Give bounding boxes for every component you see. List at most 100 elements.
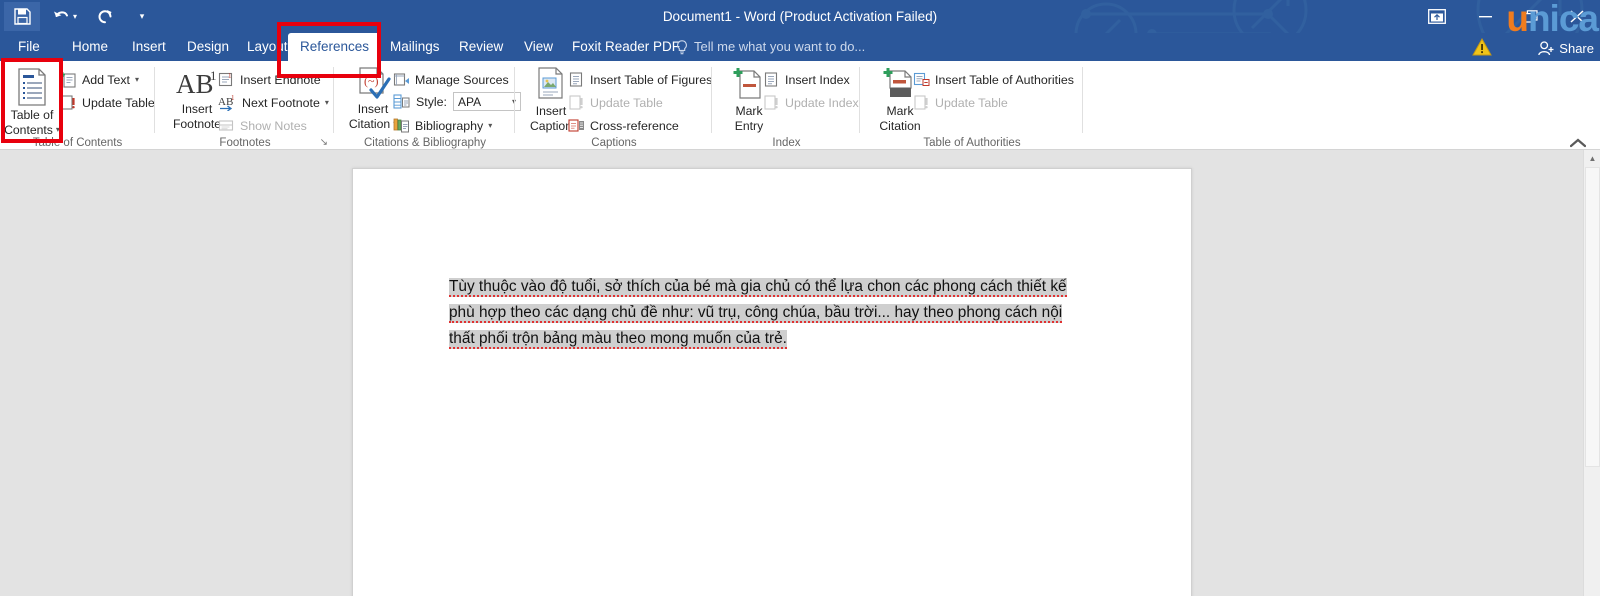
next-footnote-label: Next Footnote [242, 95, 320, 110]
add-text-label: Add Text [82, 72, 130, 87]
tell-me-placeholder: Tell me what you want to do... [694, 39, 866, 54]
table-of-contents-button[interactable]: Table of Contents ▾ [2, 67, 62, 137]
svg-text:AB: AB [176, 69, 214, 99]
insert-endnote-button[interactable]: 1 Insert Endnote [218, 71, 321, 88]
restore-icon [1524, 10, 1538, 23]
insert-index-icon [764, 72, 778, 87]
tab-references[interactable]: References [288, 33, 382, 61]
document-area: Tùy thuộc vào độ tuổi, sở thích của bé m… [0, 138, 1600, 596]
group-separator [859, 67, 860, 133]
next-footnote-button[interactable]: AB 1 Next Footnote ▾ [218, 94, 329, 111]
document-paragraph[interactable]: Tùy thuộc vào độ tuổi, sở thích của bé m… [449, 274, 1089, 352]
insert-footnote-label-line1: Insert [181, 102, 213, 116]
paragraph-line-1: Tùy thuộc vào độ tuổi, sở thích của bé m… [449, 278, 1067, 297]
share-button[interactable]: Share [1538, 37, 1594, 59]
citation-style-control[interactable]: Style: APA ▾ [393, 92, 521, 111]
insert-citation-label-line2: Citation [348, 117, 391, 131]
tab-insert[interactable]: Insert [120, 33, 178, 61]
insert-index-button[interactable]: Insert Index [763, 71, 850, 88]
show-notes-button[interactable]: Show Notes [218, 117, 307, 134]
ribbon-group-table-of-authorities: Mark Citation Insert Table of Authoritie… [861, 61, 1083, 150]
window-title: Document1 - Word (Product Activation Fai… [662, 9, 938, 24]
insert-caption-label-line1: Insert [535, 104, 567, 118]
table-of-figures-icon [569, 72, 583, 87]
tab-file[interactable]: File [6, 33, 52, 61]
ribbon-group-table-of-contents: Table of Contents ▾ Add Text ▾ Update Ta… [0, 61, 155, 150]
ab-footnote-icon: AB 1 [176, 68, 217, 99]
update-index-button[interactable]: Update Index [763, 94, 859, 111]
restore-button[interactable] [1508, 0, 1554, 33]
update-table-button[interactable]: Update Table [60, 94, 155, 111]
insert-index-label: Insert Index [785, 72, 850, 87]
update-table-icon [914, 95, 928, 110]
mark-entry-label-line2: Entry [734, 119, 764, 133]
group-label-index: Index [772, 137, 801, 149]
collapse-ribbon-button[interactable] [1570, 138, 1586, 148]
update-index-icon [764, 95, 778, 110]
svg-text:1: 1 [231, 94, 235, 102]
insert-caption-icon [538, 67, 563, 99]
tab-view[interactable]: View [512, 33, 565, 61]
title-bar: ▾ ▾ Document1 - Word (Product Activation… [0, 0, 1600, 33]
tell-me-search[interactable]: Tell me what you want to do... [676, 33, 865, 61]
share-label: Share [1559, 40, 1594, 56]
minimize-icon [1478, 15, 1492, 17]
window-controls [1462, 0, 1600, 33]
mark-citation-label-line2: Citation [879, 119, 921, 133]
tab-mailings[interactable]: Mailings [378, 33, 452, 61]
table-of-contents-label-line1: Table of [10, 108, 54, 122]
lightbulb-icon [677, 39, 687, 54]
update-table-authorities-button[interactable]: Update Table [913, 94, 1008, 111]
update-table-icon [569, 95, 583, 110]
insert-citation-icon: (~) [359, 67, 391, 99]
show-notes-label: Show Notes [240, 118, 307, 133]
document-page[interactable]: Tùy thuộc vào độ tuổi, sở thích của bé m… [352, 168, 1192, 596]
chevron-down-icon: ▾ [488, 121, 493, 130]
insert-caption-label-line2: Caption [529, 119, 572, 133]
update-table-authorities-label: Update Table [935, 95, 1008, 110]
cross-reference-button[interactable]: Cross-reference [568, 117, 679, 134]
warning-triangle-icon [1472, 38, 1492, 56]
manage-sources-button[interactable]: Manage Sources [393, 71, 509, 88]
insert-toa-icon [913, 72, 930, 86]
insert-table-of-figures-button[interactable]: Insert Table of Figures [568, 71, 712, 88]
ribbon-display-options-button[interactable] [1424, 5, 1450, 27]
vertical-scrollbar[interactable]: ▲ [1583, 150, 1600, 596]
tab-home[interactable]: Home [60, 33, 120, 61]
ribbon-group-citations-bibliography: (~) Insert Citation ▾ Manage Sources [335, 61, 521, 150]
close-button[interactable] [1554, 0, 1600, 33]
update-table-figures-label: Update Table [590, 95, 663, 110]
scroll-up-button[interactable]: ▲ [1584, 150, 1600, 167]
group-label-table-of-contents: Table of Contents [32, 137, 123, 149]
insert-table-of-authorities-button[interactable]: Insert Table of Authorities [913, 71, 1074, 88]
table-of-contents-label-line2: Contents [4, 123, 53, 137]
scrollbar-thumb[interactable] [1585, 167, 1600, 467]
insert-citation-label-line1: Insert [357, 102, 389, 116]
ribbon-group-index: Mark Entry Insert Index Update Index Ind… [713, 61, 860, 150]
tab-review[interactable]: Review [447, 33, 515, 61]
update-table-icon [61, 95, 75, 110]
tab-design[interactable]: Design [175, 33, 241, 61]
add-text-button[interactable]: Add Text ▾ [60, 71, 139, 88]
toc-document-icon [18, 68, 46, 106]
insert-table-of-figures-label: Insert Table of Figures [590, 72, 713, 87]
style-icon [393, 94, 410, 109]
mark-entry-icon [733, 68, 761, 99]
insert-table-of-authorities-label: Insert Table of Authorities [935, 72, 1074, 87]
bibliography-button[interactable]: Bibliography ▾ [393, 117, 492, 134]
activation-warning-button[interactable] [1472, 38, 1492, 56]
tab-foxit-reader-pdf[interactable]: Foxit Reader PDF [560, 33, 692, 61]
chevron-down-icon: ▾ [55, 125, 60, 134]
citation-style-dropdown[interactable]: APA ▾ [453, 92, 521, 111]
group-separator [514, 67, 515, 133]
citation-style-label: Style: [416, 94, 447, 109]
group-separator [154, 67, 155, 133]
footnotes-dialog-launcher[interactable]: ↘ [320, 137, 328, 148]
update-table-figures-button[interactable]: Update Table [568, 94, 663, 111]
mark-citation-label-line1: Mark [886, 104, 914, 118]
cross-reference-label: Cross-reference [590, 118, 679, 133]
group-label-table-of-authorities: Table of Authorities [923, 137, 1021, 149]
minimize-button[interactable] [1462, 0, 1508, 33]
add-text-icon [60, 72, 76, 88]
bibliography-icon [393, 118, 409, 133]
